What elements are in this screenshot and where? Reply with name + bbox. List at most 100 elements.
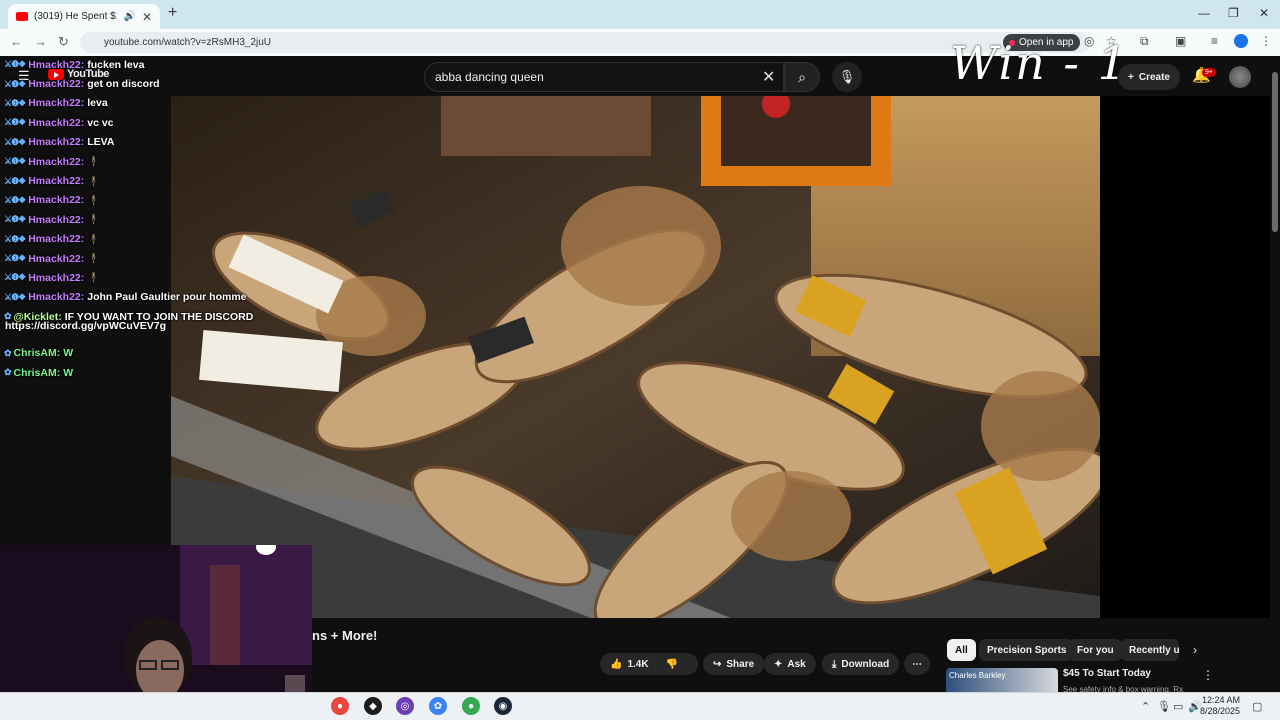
like-dislike-group: 👍 1.4K 👎: [600, 653, 698, 675]
tab-close-icon[interactable]: ✕: [142, 10, 152, 24]
chrome-icon[interactable]: ●: [331, 697, 349, 715]
video-player[interactable]: [171, 96, 1100, 618]
discord-link: https://discord.gg/vpWCuVEV7g: [5, 320, 167, 332]
chat-text: LEVA: [87, 136, 115, 149]
media-icon[interactable]: ≡: [1211, 34, 1218, 48]
back-icon[interactable]: ←: [10, 34, 23, 49]
chat-message: ⚔❶❖ Hmackh22: 🕴: [4, 152, 264, 171]
plus-icon: +: [1128, 71, 1134, 83]
video-frame-image: [171, 96, 1100, 618]
like-count[interactable]: 1.4K: [627, 659, 648, 670]
video-letterbox: [1100, 96, 1270, 618]
browser-tab[interactable]: (3019) He Spent $10,000 O 🔊 ✕: [8, 4, 160, 29]
thumbs-down-icon[interactable]: 👎: [666, 659, 678, 670]
chat-badges-icon: ⚔❶❖: [4, 233, 26, 244]
chat-username: Hmackh22:: [28, 252, 85, 265]
search-input[interactable]: abba dancing queen: [424, 62, 784, 92]
chevron-right-icon[interactable]: ›: [1193, 643, 1197, 657]
sidebar-icon[interactable]: ▣: [1175, 34, 1186, 48]
obs-icon[interactable]: ◎: [396, 697, 414, 715]
chip-precision-sports[interactable]: Precision Sports: [979, 639, 1075, 661]
scrollbar-thumb[interactable]: [1272, 72, 1278, 232]
chat-message: ⚔❶❖ Hmackh22: 🕴: [4, 249, 264, 268]
thumbs-up-icon[interactable]: 👍: [610, 659, 622, 670]
share-icon: ↪: [713, 658, 722, 670]
chat-badges-icon: ⚔❶❖: [4, 291, 26, 302]
more-actions-button[interactable]: ⋯: [904, 653, 930, 675]
recommendation-title[interactable]: $45 To Start Today: [1063, 668, 1151, 679]
chat-text: 🕴: [87, 156, 101, 169]
copilot-icon[interactable]: ✿: [429, 697, 447, 715]
account-avatar[interactable]: [1229, 66, 1251, 88]
extensions-icon[interactable]: ⧉: [1140, 34, 1149, 49]
chip-all[interactable]: All: [947, 639, 976, 661]
chat-text: fucken leva: [87, 58, 145, 71]
menu-kebab-icon[interactable]: ⋮: [1260, 34, 1272, 48]
clear-search-icon[interactable]: ✕: [762, 67, 775, 87]
chat-message: ✿ ChrisAM: W: [4, 343, 264, 362]
search-button[interactable]: ⌕: [784, 62, 820, 92]
chat-text: W: [63, 347, 74, 360]
windows-taskbar: [0, 692, 1280, 720]
chat-username: Hmackh22:: [28, 78, 85, 91]
recommendation-menu-icon[interactable]: ⋮: [1202, 668, 1214, 682]
chat-message: ⚔❶❖ Hmackh22: fucken leva: [4, 55, 264, 74]
chat-text: 🕴: [87, 214, 101, 227]
chat-badges-icon: ⚔❶❖: [4, 59, 26, 70]
clock-time: 12:24 AM: [1202, 695, 1241, 705]
chat-message: ⚔❶❖ Hmackh22: John Paul Gaultier pour homm…: [4, 288, 264, 307]
chat-username: ChrisAM:: [13, 347, 61, 360]
chrome-active-icon[interactable]: ●: [462, 697, 480, 715]
chat-badges-icon: ⚔❶❖: [4, 117, 26, 128]
reload-icon[interactable]: ↻: [58, 34, 69, 50]
chat-username: Hmackh22:: [28, 136, 85, 149]
restore-button[interactable]: ❐: [1228, 6, 1239, 20]
chat-text: John Paul Gaultier pour homme: [87, 291, 247, 304]
chip-for-you[interactable]: For you: [1069, 639, 1122, 661]
clock-date: 8/28/2025: [1200, 706, 1241, 716]
url-field[interactable]: youtube.com/watch?v=zRsMH3_2juU: [80, 32, 1090, 53]
ask-button[interactable]: ✦ Ask: [764, 653, 816, 675]
browser-tab-bar: [0, 0, 1280, 29]
chat-badge-icon: ✿: [4, 347, 11, 358]
chat-badges-icon: ⚔❶❖: [4, 272, 26, 283]
new-tab-button[interactable]: +: [168, 4, 177, 22]
notification-center-icon[interactable]: ▢: [1252, 700, 1262, 713]
share-button[interactable]: ↪ Share: [703, 653, 765, 675]
chat-username: Hmackh22:: [28, 155, 85, 168]
chat-badges-icon: ⚔❶❖: [4, 136, 26, 147]
microphone-icon: 🎙: [838, 69, 856, 84]
close-window-button[interactable]: ✕: [1259, 6, 1269, 20]
chat-badge-icon: ✿: [4, 367, 11, 378]
chat-username: Hmackh22:: [28, 97, 85, 110]
youtube-favicon-icon: [16, 12, 28, 21]
chat-username: ChrisAM:: [13, 366, 61, 379]
chat-username: Hmackh22:: [28, 271, 85, 284]
app-icon-dark[interactable]: ◆: [364, 697, 382, 715]
minimize-button[interactable]: —: [1198, 6, 1210, 20]
tray-mic-icon[interactable]: 🎙: [1157, 700, 1171, 713]
tray-chevron-icon[interactable]: ⌃: [1141, 700, 1150, 713]
chat-username: Hmackh22:: [28, 194, 85, 207]
chat-text: 🕴: [87, 175, 101, 188]
share-label: Share: [726, 658, 755, 670]
ask-label: Ask: [787, 658, 806, 670]
steam-icon[interactable]: ◉: [494, 697, 512, 715]
taskbar-clock[interactable]: 12:24 AM 8/28/2025: [1200, 695, 1240, 717]
tray-network-icon[interactable]: ▭: [1173, 700, 1183, 713]
chat-message: ⚔❶❖ Hmackh22: 🕴: [4, 230, 264, 249]
tab-audio-icon[interactable]: 🔊: [123, 11, 135, 22]
chat-message: ⚔❶❖ Hmackh22: 🕴: [4, 171, 264, 190]
page-scrollbar[interactable]: [1270, 60, 1280, 690]
voice-search-button[interactable]: 🎙: [832, 62, 862, 92]
chip-recently-uploaded[interactable]: Recently up: [1121, 639, 1179, 661]
recommendation-thumbnail[interactable]: Charles Barkley: [946, 668, 1058, 692]
chat-message: ⚔❶❖ Hmackh22: leva: [4, 94, 264, 113]
chat-text: 🕴: [87, 253, 101, 266]
chat-username: Hmackh22:: [28, 291, 85, 304]
download-button[interactable]: ⤓ Download: [822, 653, 900, 675]
forward-icon[interactable]: →: [34, 34, 47, 49]
create-label: Create: [1138, 71, 1170, 83]
profile-icon[interactable]: [1234, 34, 1248, 48]
chat-text: 🕴: [87, 194, 101, 207]
